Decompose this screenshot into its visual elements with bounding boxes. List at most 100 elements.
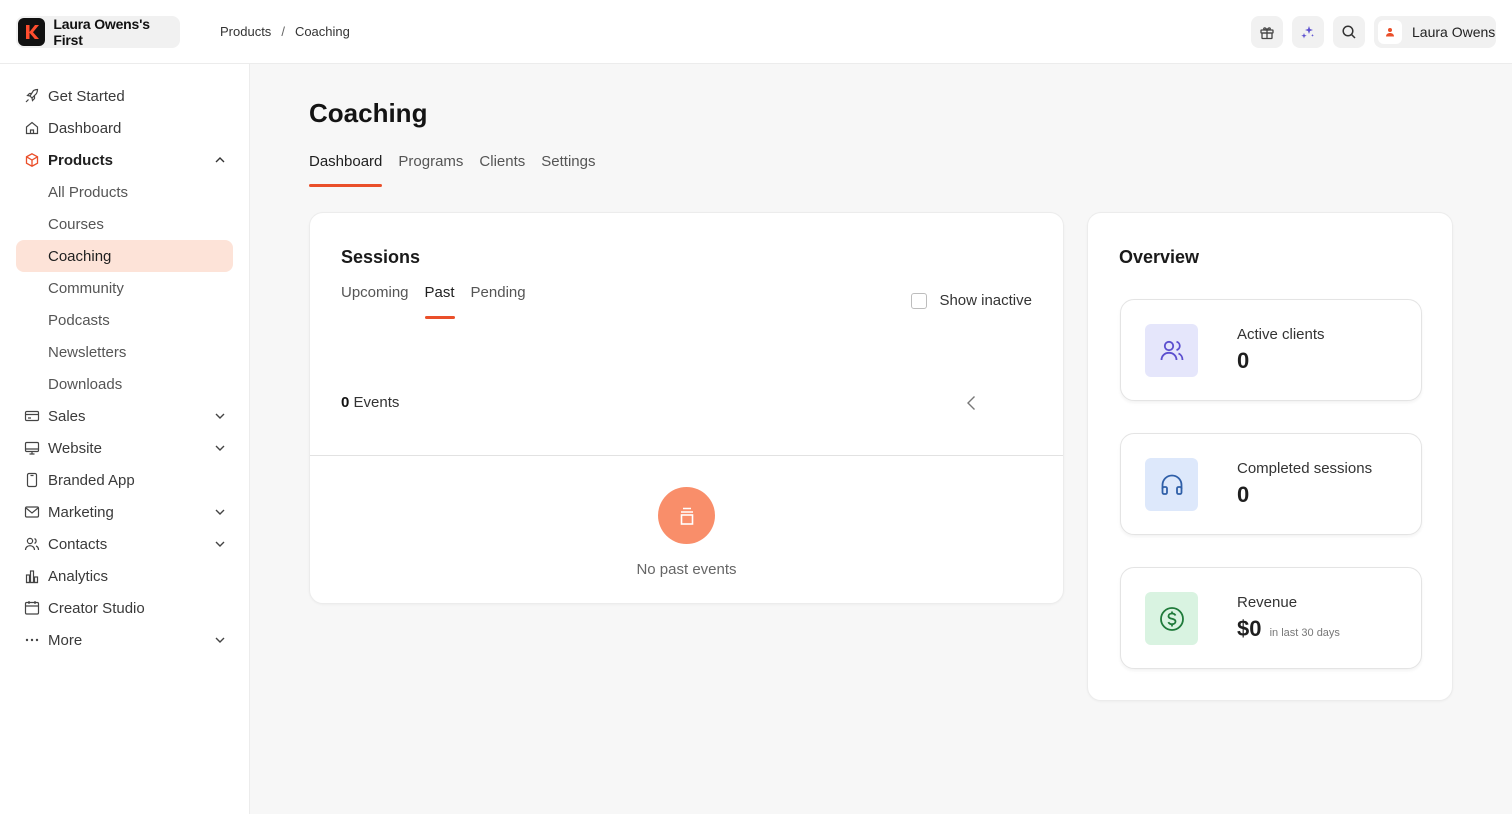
- tab-dashboard[interactable]: Dashboard: [309, 153, 383, 187]
- events-count-value: 0: [341, 394, 350, 411]
- tab-upcoming[interactable]: Upcoming: [341, 284, 409, 319]
- revenue-note: in last 30 days: [1269, 627, 1340, 639]
- sidebar-item-analytics[interactable]: Analytics: [16, 560, 233, 592]
- sidebar-item-all-products[interactable]: All Products: [16, 176, 233, 208]
- ai-assistant-button[interactable]: [1292, 16, 1324, 48]
- sidebar-item-branded-app[interactable]: Branded App: [16, 464, 233, 496]
- sidebar-item-label: Sales: [48, 407, 86, 425]
- empty-state-text: No past events: [636, 561, 737, 578]
- sidebar-item-label: Website: [48, 439, 102, 457]
- breadcrumb-products[interactable]: Products: [220, 24, 271, 39]
- stat-value: 0: [1237, 482, 1250, 507]
- mail-icon: [24, 504, 40, 520]
- show-inactive-label: Show inactive: [939, 292, 1032, 309]
- stat-label: Active clients: [1237, 326, 1325, 343]
- sidebar: Get Started Dashboard Products All Produ…: [0, 64, 250, 814]
- empty-state-icon: [658, 487, 715, 544]
- sidebar-item-sales[interactable]: Sales: [16, 400, 233, 432]
- sidebar-item-label: Products: [48, 151, 114, 169]
- stat-active-clients: Active clients 0: [1120, 299, 1422, 401]
- users-icon: [24, 536, 40, 552]
- sidebar-item-label: Marketing: [48, 503, 114, 521]
- sparkle-icon: [1301, 26, 1314, 39]
- stat-label: Completed sessions: [1237, 460, 1373, 477]
- stat-value: 0: [1237, 348, 1250, 373]
- top-bar: Laura Owens's First Products / Coaching …: [0, 0, 1512, 64]
- chevron-down-icon[interactable]: [213, 409, 227, 423]
- sidebar-item-community[interactable]: Community: [16, 272, 233, 304]
- breadcrumb: Products / Coaching: [220, 24, 350, 39]
- sidebar-item-label: Podcasts: [48, 311, 110, 329]
- show-inactive-toggle[interactable]: Show inactive: [911, 292, 1032, 309]
- tab-settings[interactable]: Settings: [541, 153, 595, 187]
- chevron-down-icon[interactable]: [213, 505, 227, 519]
- sidebar-item-marketing[interactable]: Marketing: [16, 496, 233, 528]
- sidebar-item-label: Newsletters: [48, 343, 127, 361]
- events-count: 0 Events: [341, 394, 399, 411]
- sessions-tabs: Upcoming Past Pending: [341, 284, 526, 319]
- stat-icon-box: [1145, 458, 1198, 511]
- tab-pending[interactable]: Pending: [471, 284, 526, 319]
- divider: [310, 455, 1063, 456]
- events-count-label: Events: [353, 394, 400, 411]
- show-inactive-checkbox[interactable]: [911, 292, 928, 309]
- sidebar-item-label: Analytics: [48, 567, 109, 585]
- sidebar-item-contacts[interactable]: Contacts: [16, 528, 233, 560]
- sidebar-item-newsletters[interactable]: Newsletters: [16, 336, 233, 368]
- sidebar-item-products[interactable]: Products: [16, 144, 233, 176]
- gift-icon: [1260, 27, 1274, 40]
- box-icon: [24, 152, 40, 168]
- sidebar-item-label: Branded App: [48, 471, 135, 489]
- page-title: Coaching: [309, 98, 428, 128]
- stat-value: $0 in last 30 days: [1237, 616, 1340, 642]
- tab-clients[interactable]: Clients: [479, 153, 525, 187]
- stat-revenue: Revenue $0 in last 30 days: [1120, 567, 1422, 669]
- sessions-title: Sessions: [341, 247, 421, 267]
- tab-programs[interactable]: Programs: [398, 153, 463, 187]
- chevron-down-icon[interactable]: [213, 633, 227, 647]
- tab-past[interactable]: Past: [424, 284, 455, 319]
- user-menu-button[interactable]: Laura Owens: [1374, 16, 1496, 48]
- sidebar-item-label: Coaching: [48, 247, 112, 265]
- breadcrumb-coaching: Coaching: [294, 24, 350, 39]
- chevron-left-icon[interactable]: [962, 393, 982, 413]
- sidebar-item-podcasts[interactable]: Podcasts: [16, 304, 233, 336]
- search-button[interactable]: [1333, 16, 1365, 48]
- user-name: Laura Owens: [1412, 24, 1496, 40]
- sidebar-item-coaching[interactable]: Coaching: [16, 240, 233, 272]
- chevron-down-icon[interactable]: [213, 537, 227, 551]
- sidebar-item-label: Creator Studio: [48, 599, 145, 617]
- gift-button[interactable]: [1251, 16, 1283, 48]
- sidebar-item-label: Get Started: [48, 87, 125, 105]
- phone-icon: [24, 472, 40, 488]
- sidebar-item-label: More: [48, 631, 83, 649]
- sidebar-item-creator-studio[interactable]: Creator Studio: [16, 592, 233, 624]
- more-icon: [24, 632, 40, 648]
- headphones-icon: [1161, 474, 1182, 495]
- sidebar-item-more[interactable]: More: [16, 624, 233, 656]
- sidebar-item-downloads[interactable]: Downloads: [16, 368, 233, 400]
- sidebar-item-website[interactable]: Website: [16, 432, 233, 464]
- sidebar-item-label: Contacts: [48, 535, 108, 553]
- users-icon: [1160, 340, 1183, 360]
- sidebar-item-label: Community: [48, 279, 124, 297]
- top-actions: Laura Owens: [1251, 16, 1496, 48]
- calendar-icon: [24, 600, 40, 616]
- overview-card: Overview Active clients 0 Completed sess…: [1087, 212, 1453, 701]
- home-icon: [24, 120, 40, 136]
- chevron-up-icon[interactable]: [213, 153, 227, 167]
- sessions-card: Sessions Upcoming Past Pending Show inac…: [309, 212, 1064, 604]
- sidebar-item-label: All Products: [48, 183, 129, 201]
- sidebar-nav: Get Started Dashboard Products All Produ…: [16, 80, 233, 656]
- breadcrumb-separator: /: [281, 24, 285, 39]
- sidebar-item-label: Dashboard: [48, 119, 122, 137]
- sidebar-item-get-started[interactable]: Get Started: [16, 80, 233, 112]
- revenue-value: $0: [1237, 616, 1262, 641]
- monitor-icon: [24, 440, 40, 456]
- brand-switcher[interactable]: Laura Owens's First: [16, 16, 180, 48]
- user-icon: [1386, 28, 1394, 37]
- sidebar-item-dashboard[interactable]: Dashboard: [16, 112, 233, 144]
- chevron-down-icon[interactable]: [213, 441, 227, 455]
- bar-chart-icon: [24, 568, 40, 584]
- sidebar-item-courses[interactable]: Courses: [16, 208, 233, 240]
